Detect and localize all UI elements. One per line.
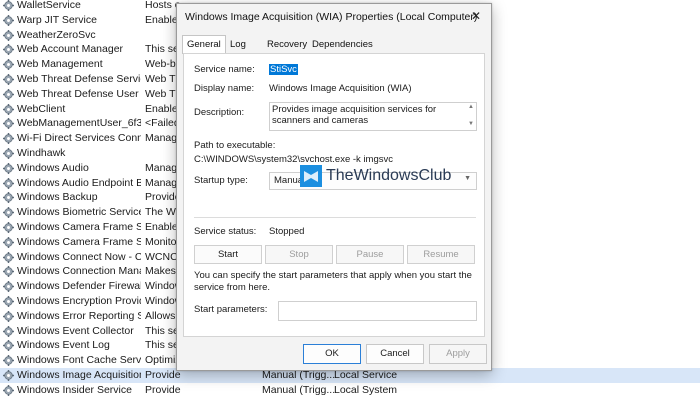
service-name: Windows Image Acquisition ... [17, 369, 141, 381]
path-value: C:\WINDOWS\system32\svchost.exe -k imgsv… [194, 154, 394, 165]
gear-icon [3, 118, 14, 130]
dialog-title: Windows Image Acquisition (WIA) Properti… [185, 11, 478, 23]
tab-log-on[interactable]: Log On [226, 37, 250, 66]
description-label: Description: [194, 107, 245, 118]
service-name: Windows Audio Endpoint B... [17, 176, 141, 189]
gear-icon [3, 384, 14, 396]
tab-recovery[interactable]: Recovery [263, 37, 311, 53]
service-name: Windows Connection Mana... [17, 265, 141, 278]
tab-dependencies[interactable]: Dependencies [308, 37, 377, 53]
service-name: Windows Camera Frame Ser... [17, 221, 141, 233]
start-parameters-input[interactable] [278, 301, 477, 321]
gear-icon [3, 207, 14, 219]
gear-icon [3, 310, 14, 322]
gear-icon [3, 192, 14, 204]
tab-general[interactable]: General [182, 35, 226, 54]
service-name: Windows Event Collector [17, 324, 134, 337]
service-status-value: Stopped [269, 226, 305, 237]
gear-icon [3, 355, 14, 367]
service-name: Windows Camera Frame Ser... [17, 235, 141, 248]
cancel-button[interactable]: Cancel [366, 344, 424, 364]
service-name: Warp JIT Service [17, 13, 97, 26]
gear-icon [3, 162, 14, 174]
service-name: Windows Connect Now - Co... [17, 250, 141, 263]
description-box[interactable]: Provides image acquisition services for … [269, 102, 477, 131]
service-name: Windows Font Cache Service [17, 354, 141, 367]
service-name-selected-text[interactable]: StiSvc [269, 64, 298, 75]
close-button[interactable]: ✕ [461, 4, 491, 28]
properties-dialog: Windows Image Acquisition (WIA) Properti… [176, 3, 492, 371]
service-name: Windows Insider Service [17, 383, 132, 396]
service-name: Windows Encryption Provid... [17, 295, 141, 307]
description-scrollbar[interactable]: ▲ ▼ [466, 103, 476, 130]
display-name-value: Windows Image Acquisition (WIA) [269, 83, 412, 94]
gear-icon [3, 266, 14, 278]
service-name: Web Threat Defense Service [17, 73, 141, 85]
service-name: Web Account Manager [17, 43, 124, 56]
general-panel: Service name: StiSvc Display name: Windo… [183, 53, 485, 337]
service-name: Windows Defender Firewall [17, 280, 141, 293]
gear-icon [3, 236, 14, 248]
service-description: Provides infr... [145, 383, 181, 396]
gear-icon [3, 177, 14, 189]
service-log-on-as: Local System [334, 383, 398, 396]
service-name-label: Service name: [194, 64, 255, 75]
dialog-titlebar[interactable]: Windows Image Acquisition (WIA) Properti… [177, 4, 491, 30]
startup-type-label: Startup type: [194, 175, 248, 186]
path-label: Path to executable: [194, 140, 276, 151]
chevron-down-icon: ▼ [464, 175, 471, 182]
service-name: Windows Audio [17, 161, 89, 174]
gear-icon [3, 251, 14, 263]
description-text: Provides image acquisition services for … [272, 104, 437, 126]
service-name: Windows Error Reporting Se... [17, 309, 141, 322]
service-name: Windows Biometric Service [17, 206, 141, 219]
gear-icon [3, 88, 14, 100]
service-name: WalletService [17, 0, 81, 11]
gear-icon [3, 370, 14, 381]
display-name-label: Display name: [194, 83, 255, 94]
service-name: WebClient [17, 102, 66, 115]
gear-icon [3, 0, 14, 11]
service-name: WeatherZeroSvc [17, 28, 96, 41]
start-button[interactable]: Start [194, 245, 262, 264]
gear-icon [3, 133, 14, 145]
start-params-info: You can specify the start parameters tha… [194, 270, 472, 293]
gear-icon [3, 148, 14, 159]
service-startup-type: Manual (Trigg... [262, 383, 336, 396]
service-name: WebManagementUser_6f3360 [17, 117, 141, 130]
service-name: Windows Event Log [17, 339, 110, 352]
scroll-up-icon[interactable]: ▲ [468, 104, 474, 110]
gear-icon [3, 296, 14, 307]
service-name: Web Management [17, 58, 103, 71]
service-name: Windhawk [17, 147, 66, 159]
stop-button[interactable]: Stop [265, 245, 333, 264]
service-row[interactable]: Windows Insider Service Provides infr... M… [0, 383, 700, 398]
service-name-value[interactable]: StiSvc [269, 64, 298, 75]
scroll-down-icon[interactable]: ▼ [468, 121, 474, 127]
gear-icon [3, 59, 14, 71]
gear-icon [3, 29, 14, 41]
service-name: Web Threat Defense User Se... [17, 87, 141, 100]
service-name: Windows Backup [17, 191, 98, 204]
resume-button[interactable]: Resume [407, 245, 475, 264]
gear-icon [3, 44, 14, 56]
service-name: Wi-Fi Direct Services Connec... [17, 132, 141, 145]
pause-button[interactable]: Pause [336, 245, 404, 264]
windows-club-logo-icon [300, 165, 322, 187]
gear-icon [3, 14, 14, 26]
gear-icon [3, 222, 14, 233]
service-status-label: Service status: [194, 226, 257, 237]
apply-button[interactable]: Apply [429, 344, 487, 364]
gear-icon [3, 74, 14, 85]
gear-icon [3, 340, 14, 352]
divider [194, 217, 476, 218]
gear-icon [3, 325, 14, 337]
gear-icon [3, 103, 14, 115]
gear-icon [3, 281, 14, 293]
start-parameters-label: Start parameters: [194, 304, 268, 315]
watermark-text: TheWindowsClub [326, 167, 452, 184]
ok-button[interactable]: OK [303, 344, 361, 364]
